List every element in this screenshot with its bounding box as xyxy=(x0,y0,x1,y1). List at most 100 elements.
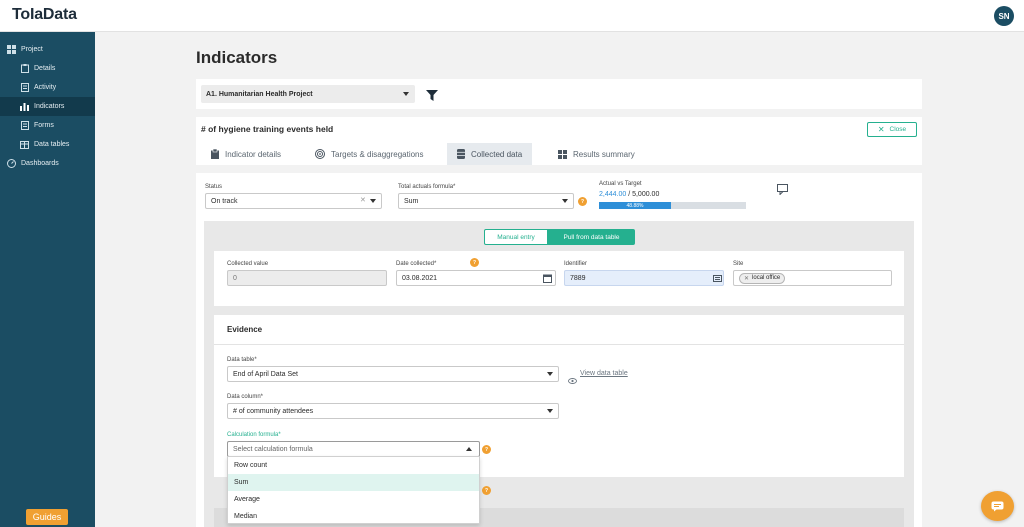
database-icon xyxy=(457,149,465,159)
progress-bar: 48.88% xyxy=(599,202,746,209)
chevron-up-icon xyxy=(466,447,472,451)
total-formula-value: Sum xyxy=(404,197,419,205)
sidebar-item-label: Dashboards xyxy=(21,160,59,167)
calc-formula-select[interactable]: Select calculation formula xyxy=(227,441,480,457)
project-select-value: A1. Humanitarian Health Project xyxy=(206,90,313,98)
total-formula-select[interactable]: Sum xyxy=(398,193,574,209)
pull-from-table-toggle[interactable]: Pull from data table xyxy=(548,229,635,245)
option-average[interactable]: Average xyxy=(228,491,479,508)
data-column-value: # of community attendees xyxy=(233,407,314,415)
identifier-label: Identifier xyxy=(564,261,588,267)
sidebar-item-dashboards[interactable]: Dashboards xyxy=(0,154,95,173)
filter-icon[interactable] xyxy=(426,88,438,106)
eye-icon xyxy=(568,371,577,389)
help-icon[interactable]: ? xyxy=(578,197,587,206)
app-logo[interactable]: ToIaData xyxy=(12,6,77,24)
sidebar-item-indicators[interactable]: Indicators xyxy=(0,97,95,116)
tab-label: Collected data xyxy=(471,149,523,159)
status-select[interactable]: On track ✕ xyxy=(205,193,382,209)
site-tag-label: local office xyxy=(752,275,781,281)
tab-label: Targets & disaggregations xyxy=(331,149,424,159)
view-data-table-link[interactable]: View data table xyxy=(580,370,628,377)
evidence-title: Evidence xyxy=(227,325,263,334)
close-button[interactable]: ✕ Close xyxy=(867,122,917,137)
site-input[interactable]: ✕ local office xyxy=(733,270,892,286)
chevron-down-icon xyxy=(547,372,553,376)
sidebar-item-project[interactable]: Project xyxy=(0,40,95,59)
grid-icon xyxy=(7,45,16,54)
chevron-down-icon xyxy=(370,199,376,203)
tab-label: Results summary xyxy=(573,149,635,159)
sidebar-item-label: Details xyxy=(34,65,56,72)
sidebar: Project Details Activity Indicators Form… xyxy=(0,32,95,527)
chevron-down-icon xyxy=(403,92,409,96)
top-bar: ToIaData SN xyxy=(0,0,1024,32)
sidebar-item-forms[interactable]: Forms xyxy=(0,116,95,135)
help-icon[interactable]: ? xyxy=(470,258,479,267)
sidebar-item-activity[interactable]: Activity xyxy=(0,78,95,97)
option-median[interactable]: Median xyxy=(228,508,479,525)
user-avatar[interactable]: SN xyxy=(994,6,1014,26)
target-value: 5,000.00 xyxy=(632,191,660,198)
status-value: On track xyxy=(211,197,238,205)
tab-targets[interactable]: Targets & disaggregations xyxy=(305,143,434,165)
collected-value-label: Collected value xyxy=(227,261,269,267)
tab-label: Indicator details xyxy=(225,149,282,159)
identifier-value: 7889 xyxy=(570,274,586,282)
sidebar-item-details[interactable]: Details xyxy=(0,59,95,78)
date-value: 03.08.2021 xyxy=(402,274,438,282)
help-icon[interactable]: ? xyxy=(482,486,491,495)
chevron-down-icon xyxy=(547,409,553,413)
actual-vs-target-label: Actual vs Target xyxy=(599,181,642,187)
dashboard-icon xyxy=(7,159,16,168)
bar-chart-icon xyxy=(20,102,29,111)
actual-vs-target-values: 2,444.00 / 5,000.00 xyxy=(599,191,659,198)
chevron-down-icon xyxy=(562,199,568,203)
help-icon[interactable]: ? xyxy=(482,445,491,454)
chat-button[interactable] xyxy=(981,491,1014,521)
site-tag[interactable]: ✕ local office xyxy=(739,272,786,284)
total-formula-label: Total actuals formula* xyxy=(398,184,456,190)
sidebar-item-label: Activity xyxy=(34,84,57,91)
collected-value-input: 0 xyxy=(227,270,387,286)
data-column-select[interactable]: # of community attendees xyxy=(227,403,559,419)
comment-icon[interactable] xyxy=(777,182,789,200)
data-column-label: Data column* xyxy=(227,394,264,400)
close-icon: ✕ xyxy=(877,125,885,134)
data-table-label: Data table* xyxy=(227,357,257,363)
clear-icon[interactable]: ✕ xyxy=(360,196,366,204)
tab-results-summary[interactable]: Results summary xyxy=(548,143,645,165)
status-label: Status xyxy=(205,184,223,190)
grid-icon xyxy=(558,149,567,159)
form-icon xyxy=(20,121,29,130)
site-label: Site xyxy=(733,261,744,267)
data-table-value: End of April Data Set xyxy=(233,370,298,378)
page-title: Indicators xyxy=(196,48,278,67)
clipboard-icon xyxy=(211,149,219,159)
table-icon xyxy=(20,140,29,149)
date-collected-input[interactable]: 03.08.2021 xyxy=(396,270,556,286)
identifier-input[interactable]: 7889 xyxy=(564,270,724,286)
tab-collected-data[interactable]: Collected data xyxy=(447,143,533,165)
option-row-count[interactable]: Row count xyxy=(228,457,479,474)
sidebar-item-data-tables[interactable]: Data tables xyxy=(0,135,95,154)
date-collected-label: Date collected* xyxy=(396,261,437,267)
calendar-icon[interactable] xyxy=(543,274,552,285)
sidebar-item-label: Data tables xyxy=(34,141,70,148)
sidebar-item-label: Forms xyxy=(34,122,54,129)
option-sum[interactable]: Sum xyxy=(228,474,479,491)
calc-formula-dropdown: Row count Sum Average Median xyxy=(227,456,480,524)
calc-formula-label: Calculation formula* xyxy=(227,432,281,438)
sidebar-item-label: Indicators xyxy=(34,103,65,110)
manual-entry-toggle[interactable]: Manual entry xyxy=(484,229,548,245)
close-button-label: Close xyxy=(889,126,907,133)
calc-formula-placeholder: Select calculation formula xyxy=(233,445,313,453)
clipboard-icon xyxy=(20,64,29,73)
guides-button[interactable]: Guides xyxy=(26,509,68,525)
data-table-select[interactable]: End of April Data Set xyxy=(227,366,559,382)
tab-indicator-details[interactable]: Indicator details xyxy=(201,143,291,165)
project-select[interactable]: A1. Humanitarian Health Project xyxy=(201,85,415,103)
remove-tag-icon[interactable]: ✕ xyxy=(744,275,749,282)
activity-icon xyxy=(20,83,29,92)
target-icon xyxy=(315,149,325,159)
